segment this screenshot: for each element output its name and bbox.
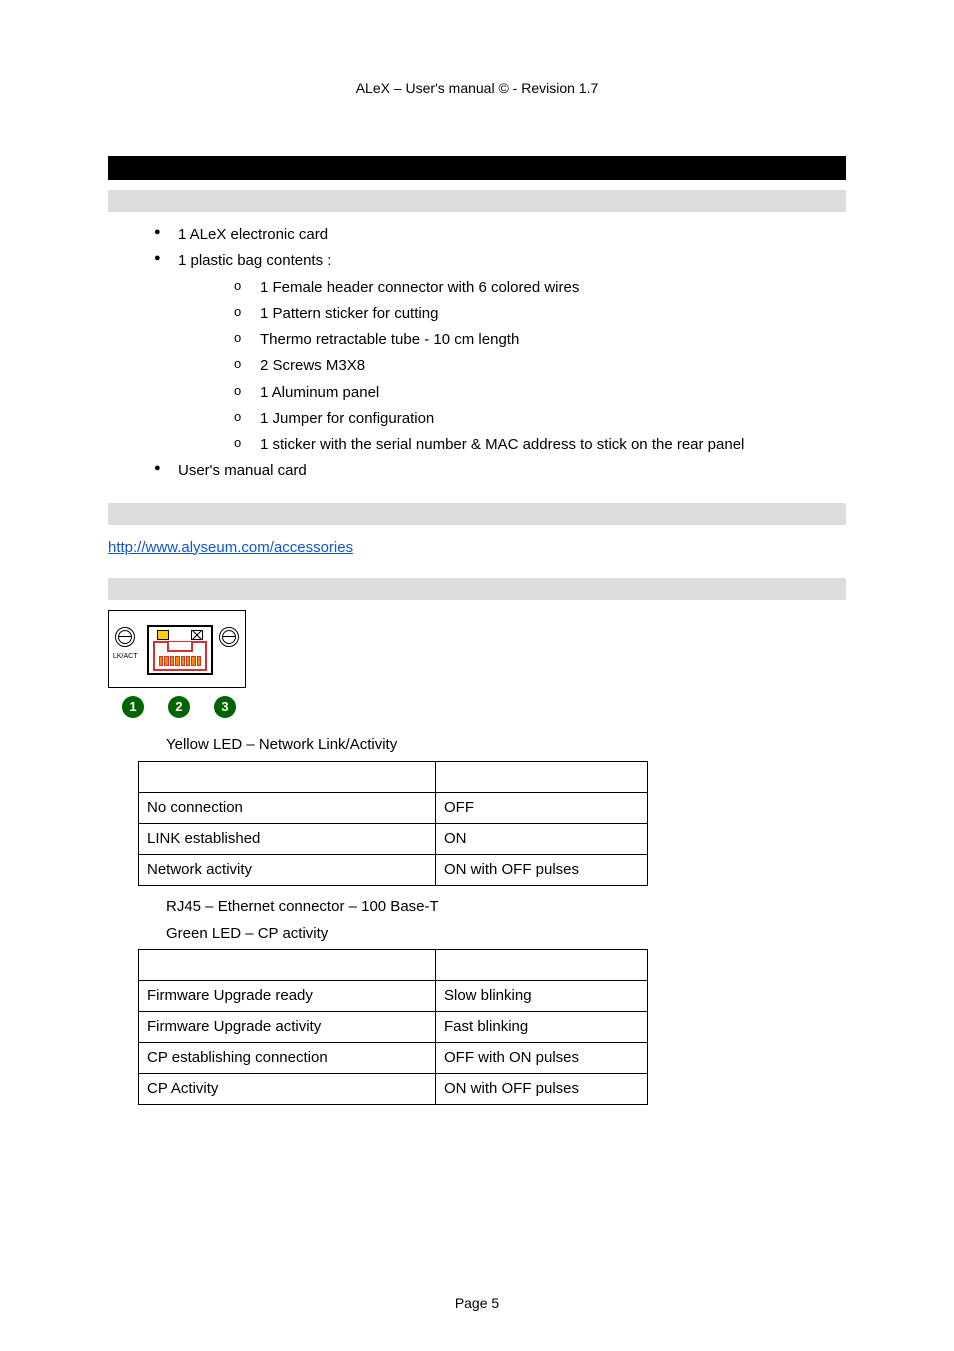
lkact-label: LK/ACT	[113, 653, 138, 660]
cell: ON	[436, 823, 648, 854]
table-row	[139, 949, 648, 980]
section-bar-accessories	[108, 503, 846, 525]
yellow-led-icon	[157, 630, 169, 640]
page-header: ALeX – User's manual © - Revision 1.7	[108, 80, 846, 96]
cell: CP Activity	[139, 1073, 436, 1104]
section-bar-front	[108, 578, 846, 600]
list-item: 1 ALeX electronic card	[154, 222, 846, 248]
table-row: LINK establishedON	[139, 823, 648, 854]
table-row: No connectionOFF	[139, 792, 648, 823]
cell: Network activity	[139, 854, 436, 885]
yellow-led-table: No connectionOFF LINK establishedON Netw…	[138, 761, 648, 886]
page: ALeX – User's manual © - Revision 1.7 1 …	[0, 0, 954, 1351]
table-row: CP establishing connectionOFF with ON pu…	[139, 1042, 648, 1073]
page-footer: Page 5	[0, 1295, 954, 1311]
front-panel-diagram: LK/ACT	[108, 610, 246, 688]
cell: Firmware Upgrade activity	[139, 1011, 436, 1042]
cell: CP establishing connection	[139, 1042, 436, 1073]
package-sublist: 1 Female header connector with 6 colored…	[178, 275, 846, 459]
cell: LINK established	[139, 823, 436, 854]
cell: No connection	[139, 792, 436, 823]
table-row: Firmware Upgrade readySlow blinking	[139, 980, 648, 1011]
cell: Firmware Upgrade ready	[139, 980, 436, 1011]
cell: Fast blinking	[436, 1011, 648, 1042]
rj45-jack-icon	[147, 625, 213, 675]
yellow-led-caption: Yellow LED – Network Link/Activity	[166, 736, 846, 753]
cell: ON with OFF pulses	[436, 854, 648, 885]
list-item: User's manual card	[154, 458, 846, 484]
green-led-caption: Green LED – CP activity	[166, 921, 846, 947]
cell: OFF	[436, 792, 648, 823]
cell: OFF with ON pulses	[436, 1042, 648, 1073]
cell: ON with OFF pulses	[436, 1073, 648, 1104]
callout-1: 1	[122, 696, 144, 718]
callout-3: 3	[214, 696, 236, 718]
list-item: 1 Pattern sticker for cutting	[234, 301, 846, 327]
list-item: 1 Female header connector with 6 colored…	[234, 275, 846, 301]
accessories-link[interactable]: http://www.alyseum.com/accessories	[108, 539, 353, 556]
list-item-text: 1 plastic bag contents :	[178, 252, 331, 269]
list-item: 1 sticker with the serial number & MAC a…	[234, 432, 846, 458]
table-row: Network activityON with OFF pulses	[139, 854, 648, 885]
package-list: 1 ALeX electronic card 1 plastic bag con…	[108, 222, 846, 485]
cell: Slow blinking	[436, 980, 648, 1011]
callout-2: 2	[168, 696, 190, 718]
list-item: 2 Screws M3X8	[234, 353, 846, 379]
screw-icon	[219, 627, 239, 647]
rj45-caption: RJ45 – Ethernet connector – 100 Base-T	[166, 894, 846, 920]
screw-icon	[115, 627, 135, 647]
list-item: Thermo retractable tube - 10 cm length	[234, 327, 846, 353]
section-bar-package	[108, 190, 846, 212]
list-item: 1 Aluminum panel	[234, 380, 846, 406]
callouts: 1 2 3	[108, 696, 846, 718]
list-item: 1 Jumper for configuration	[234, 406, 846, 432]
table-row	[139, 761, 648, 792]
list-item: 1 plastic bag contents : 1 Female header…	[154, 248, 846, 458]
green-led-icon	[191, 630, 203, 640]
green-led-table: Firmware Upgrade readySlow blinking Firm…	[138, 949, 648, 1105]
table-row: Firmware Upgrade activityFast blinking	[139, 1011, 648, 1042]
title-bar	[108, 156, 846, 180]
table-row: CP ActivityON with OFF pulses	[139, 1073, 648, 1104]
